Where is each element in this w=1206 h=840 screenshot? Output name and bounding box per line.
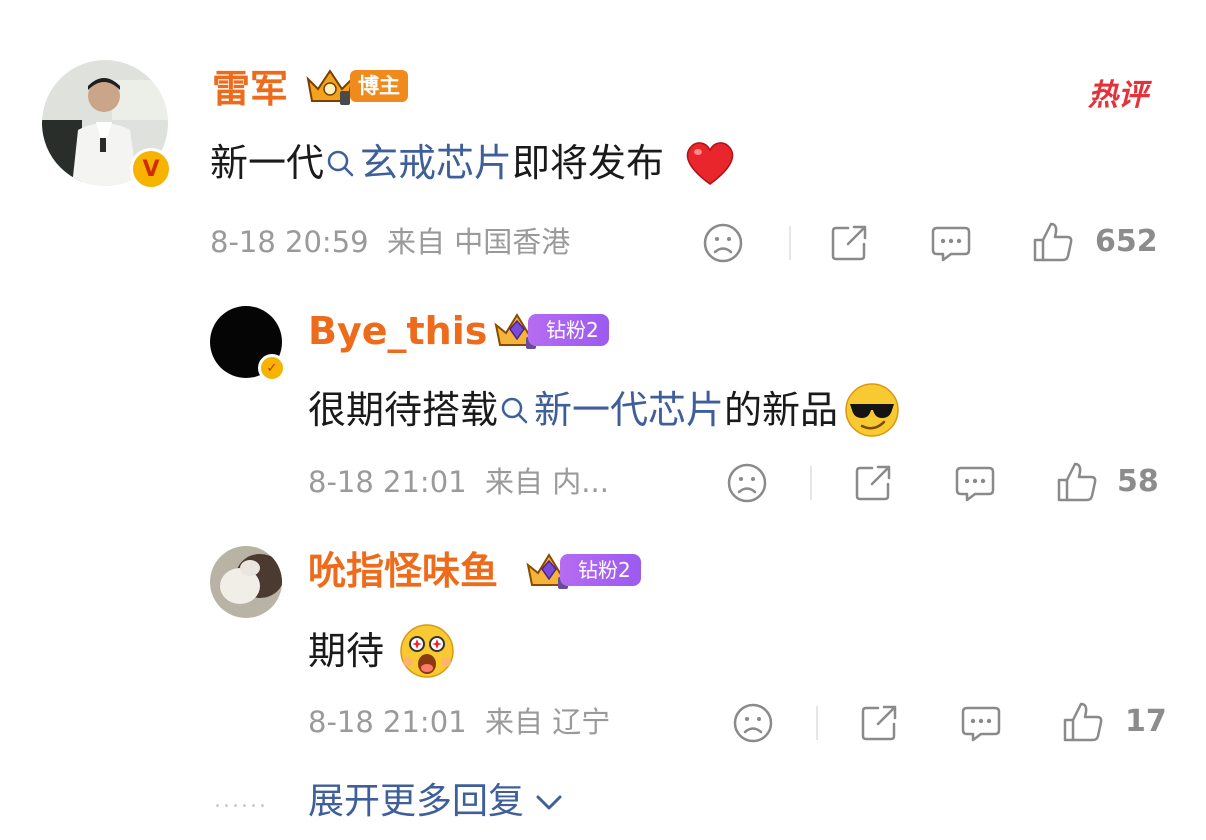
crown-icon — [306, 69, 354, 105]
like-count: 17 — [1125, 704, 1167, 739]
avatar[interactable]: V — [42, 60, 172, 190]
search-icon — [501, 397, 528, 424]
reply-meta: 8-18 21:01 来自 辽宁 — [308, 705, 611, 739]
expand-replies-link[interactable]: 展开更多回复 — [308, 784, 566, 820]
avatar[interactable]: ✓ — [210, 306, 286, 382]
topic-link[interactable]: 新一代芯片 — [498, 391, 724, 429]
divider — [810, 466, 812, 500]
like-icon[interactable] — [1054, 458, 1100, 506]
reply-text: 很期待搭载 新一代芯片 的新品 — [308, 382, 900, 438]
search-icon — [327, 150, 354, 177]
reply-author[interactable]: 吮指怪味鱼 — [308, 552, 498, 590]
reply-meta: 8-18 21:01 来自 内... — [308, 465, 609, 499]
like-icon[interactable] — [1060, 698, 1106, 746]
avatar[interactable] — [210, 546, 282, 618]
topic-link[interactable]: 玄戒芯片 — [324, 144, 512, 182]
blogger-badge: 博主 — [304, 68, 408, 105]
divider — [816, 706, 818, 740]
red-heart-icon — [686, 142, 734, 185]
divider — [789, 226, 791, 260]
share-icon[interactable] — [850, 460, 896, 506]
sunglasses-face-icon — [845, 383, 899, 437]
verified-badge-icon: ✓ — [258, 354, 286, 382]
hot-comment-tag: 热评 — [1088, 78, 1148, 113]
share-icon[interactable] — [856, 700, 902, 746]
like-count: 58 — [1117, 464, 1159, 499]
dislike-icon[interactable] — [700, 220, 746, 266]
comment-icon[interactable] — [928, 220, 974, 266]
comment-author[interactable]: 雷军 — [212, 70, 288, 108]
dots-separator: ...... — [214, 788, 268, 813]
like-count: 652 — [1095, 224, 1158, 259]
comment-icon[interactable] — [952, 460, 998, 506]
comment-icon[interactable] — [958, 700, 1004, 746]
like-icon[interactable] — [1030, 218, 1076, 266]
dislike-icon[interactable] — [724, 460, 770, 506]
share-icon[interactable] — [826, 220, 872, 266]
fan-badge: 钻粉2 — [492, 310, 609, 350]
reply-text: 期待 — [308, 622, 456, 680]
fan-badge: 钻粉2 — [524, 550, 641, 590]
chevron-down-icon — [536, 795, 562, 810]
avatar-photo — [210, 546, 282, 618]
starstruck-face-icon — [400, 624, 454, 678]
dislike-icon[interactable] — [730, 700, 776, 746]
verified-badge-icon: V — [130, 148, 172, 190]
comment-text: 新一代 玄戒芯片 即将发布 — [210, 138, 738, 188]
comment-meta: 8-18 20:59 来自 中国香港 — [210, 225, 571, 259]
reply-author[interactable]: Bye_this — [308, 312, 487, 350]
